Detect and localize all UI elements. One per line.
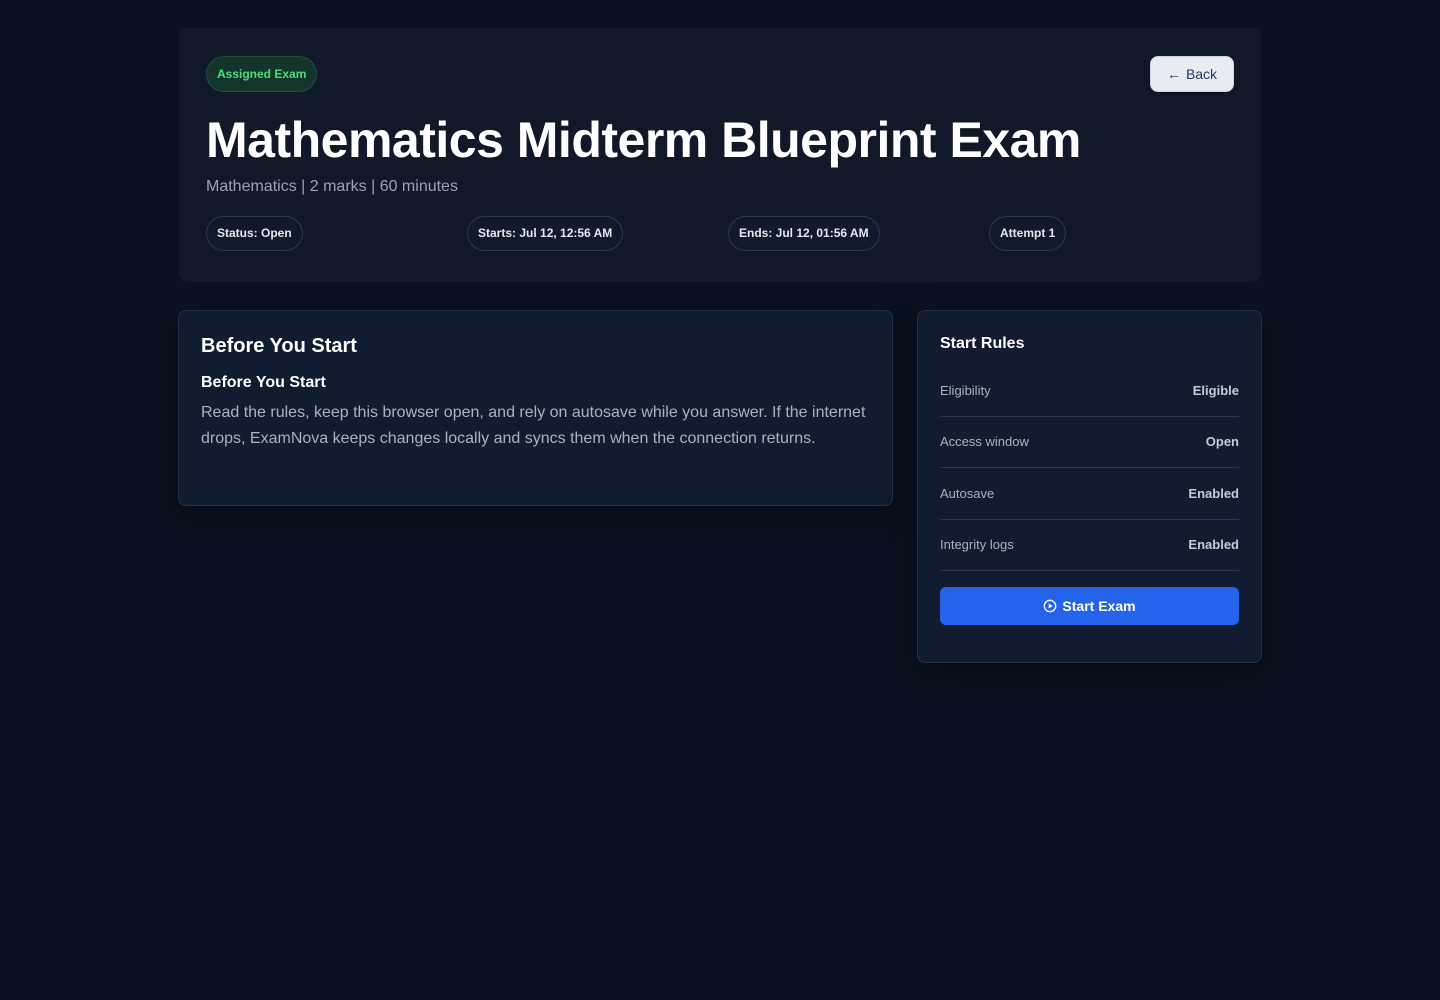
play-circle-icon (1044, 599, 1057, 613)
rule-row-eligibility: Eligibility Eligible (940, 365, 1239, 417)
starts-pill: Starts: Jul 12, 12:56 AM (467, 216, 624, 251)
ends-pill: Ends: Jul 12, 01:56 AM (728, 216, 880, 251)
rule-label: Eligibility (940, 382, 991, 398)
before-you-start-card: Before You Start Before You Start Read t… (178, 310, 893, 506)
page-title: Mathematics Midterm Blueprint Exam (206, 112, 1081, 168)
rule-row-access-window: Access window Open (940, 417, 1239, 468)
rule-value: Eligible (1192, 382, 1239, 398)
status-pill: Status: Open (206, 216, 303, 251)
before-card-subheading: Before You Start (201, 374, 326, 391)
assigned-exam-badge: Assigned Exam (206, 56, 318, 92)
rule-row-integrity-logs: Integrity logs Enabled (940, 520, 1239, 571)
start-rules-heading: Start Rules (940, 335, 1025, 352)
rule-label: Access window (940, 434, 1029, 450)
exam-subtitle: Mathematics | 2 marks | 60 minutes (206, 178, 458, 195)
exam-header: Assigned Exam ← Back Mathematics Midterm… (178, 28, 1262, 282)
start-exam-button[interactable]: Start Exam (940, 587, 1239, 625)
rule-value: Enabled (1188, 537, 1239, 553)
page-container: Assigned Exam ← Back Mathematics Midterm… (178, 28, 1262, 663)
back-button-label: Back (1185, 66, 1218, 82)
rules-list: Eligibility Eligible Access window Open … (940, 365, 1239, 571)
before-card-heading: Before You Start (201, 335, 357, 357)
rule-label: Autosave (940, 485, 995, 501)
exam-meta-pills: Status: Open Starts: Jul 12, 12:56 AM En… (206, 216, 1234, 252)
rule-row-autosave: Autosave Enabled (940, 468, 1239, 520)
back-button[interactable]: ← Back (1150, 56, 1234, 92)
arrow-left-icon: ← (1166, 66, 1181, 82)
attempt-pill: Attempt 1 (989, 216, 1067, 251)
rule-value: Open (1205, 434, 1239, 450)
start-rules-card: Start Rules Eligibility Eligible Access … (917, 310, 1262, 663)
rule-value: Enabled (1188, 485, 1239, 501)
start-exam-label: Start Exam (1062, 598, 1136, 614)
rule-label: Integrity logs (940, 537, 1014, 553)
before-card-body: Read the rules, keep this browser open, … (201, 404, 866, 447)
